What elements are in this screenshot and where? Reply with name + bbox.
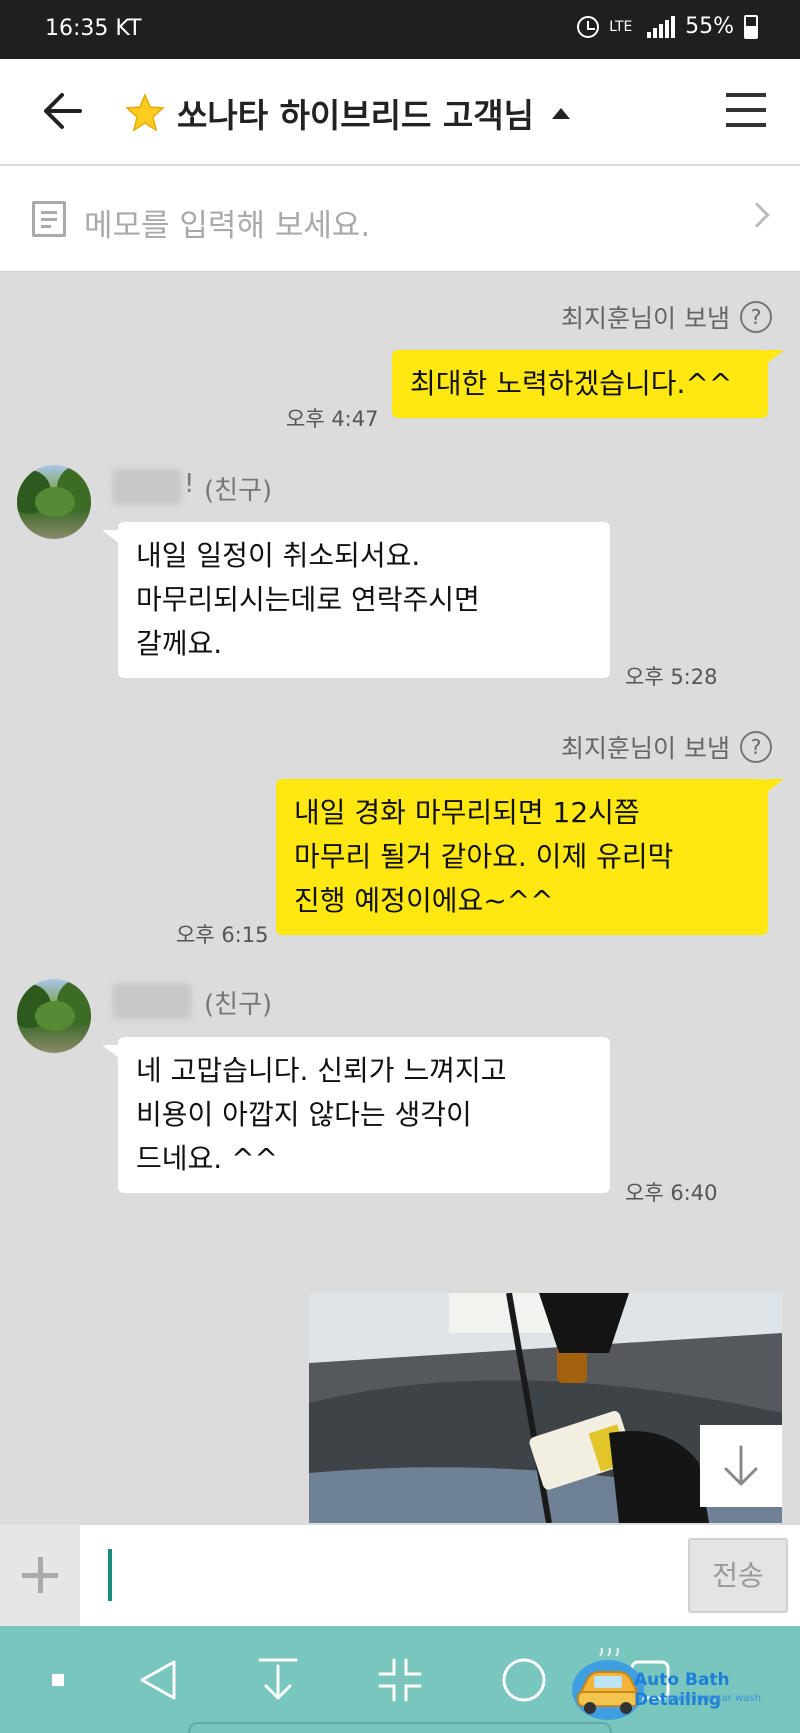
sender-line-text: 최지훈님이 보냄	[561, 734, 730, 763]
memo-icon	[32, 201, 66, 237]
help-icon[interactable]: ?	[740, 301, 772, 333]
message-time: 오후 4:47	[286, 407, 379, 431]
message-bubble-mine[interactable]: 최대한 노력하겠습니다.^^	[392, 350, 768, 418]
message-input[interactable]	[80, 1525, 680, 1626]
message-bubble-friend[interactable]: 네 고맙습니다. 신뢰가 느껴지고 비용이 아깝지 않다는 생각이 드네요. ^…	[118, 1037, 610, 1193]
home-circle-icon[interactable]	[494, 1626, 554, 1733]
chat-title-button[interactable]: 쏘나타 하이브리드 고객님	[125, 89, 570, 137]
send-button[interactable]: 전송	[688, 1538, 788, 1613]
arrow-down-icon	[724, 1445, 758, 1486]
battery-icon	[744, 14, 758, 39]
friend-avatar[interactable]	[17, 979, 91, 1053]
friend-avatar[interactable]	[17, 465, 91, 539]
back-triangle-icon[interactable]	[128, 1626, 188, 1733]
signal-icon	[647, 15, 676, 38]
chat-title: 쏘나타 하이브리드 고객님	[177, 96, 534, 135]
bubble-tail	[102, 1045, 120, 1059]
friend-tag: (친구)	[204, 990, 273, 1020]
memo-placeholder: 메모를 입력해 보세요.	[84, 208, 371, 244]
menu-icon[interactable]	[726, 93, 766, 127]
memo-bar[interactable]: 메모를 입력해 보세요.	[0, 166, 800, 272]
chevron-right-icon	[744, 202, 770, 228]
download-icon[interactable]	[248, 1626, 308, 1733]
sender-info: 최지훈님이 보냄 ?	[561, 299, 772, 335]
alarm-icon	[577, 15, 600, 38]
message-bubble-mine[interactable]: 내일 경화 마무리되면 12시쯤 마무리 될거 같아요. 이제 유리막 진행 예…	[276, 779, 768, 935]
sender-line-text: 최지훈님이 보냄	[561, 304, 730, 333]
watermark-tagline: premium car wash	[668, 1693, 761, 1704]
bubble-tail	[102, 530, 120, 544]
message-time: 오후 6:40	[625, 1181, 718, 1205]
collapse-icon[interactable]	[370, 1626, 430, 1733]
attach-plus-button[interactable]	[0, 1525, 80, 1626]
gesture-pill	[188, 1722, 612, 1733]
status-bar: 16:35 KT LTE 55%	[0, 0, 800, 59]
back-arrow-icon[interactable]	[40, 89, 84, 133]
battery-percent: 55%	[685, 14, 734, 39]
watermark-name: Auto Bath Detailing	[634, 1670, 730, 1710]
message-input-bar: 전송	[0, 1525, 800, 1626]
bubble-tail	[766, 350, 784, 364]
status-icons: LTE 55%	[577, 14, 758, 39]
friend-tag: (친구)	[204, 476, 273, 506]
message-time: 오후 6:15	[176, 923, 269, 947]
friend-name-hidden	[112, 983, 192, 1019]
chat-header: 쏘나타 하이브리드 고객님	[0, 59, 800, 165]
star-icon	[125, 93, 165, 132]
bubble-tail	[766, 779, 784, 793]
caret-up-icon	[551, 107, 570, 119]
message-bubble-friend[interactable]: 내일 일정이 취소되서요. 마무리되시는데로 연락주시면 갈께요.	[118, 522, 610, 678]
help-icon[interactable]: ?	[740, 731, 772, 763]
friend-name-hidden	[112, 469, 182, 505]
network-label: LTE	[609, 18, 633, 35]
message-time: 오후 5:28	[625, 665, 718, 689]
scroll-down-button[interactable]	[700, 1425, 782, 1507]
dot-icon	[38, 1626, 78, 1733]
sender-info: 최지훈님이 보냄 ?	[561, 729, 772, 765]
status-time: 16:35 KT	[45, 16, 142, 41]
friend-name-suffix: !	[184, 469, 195, 499]
